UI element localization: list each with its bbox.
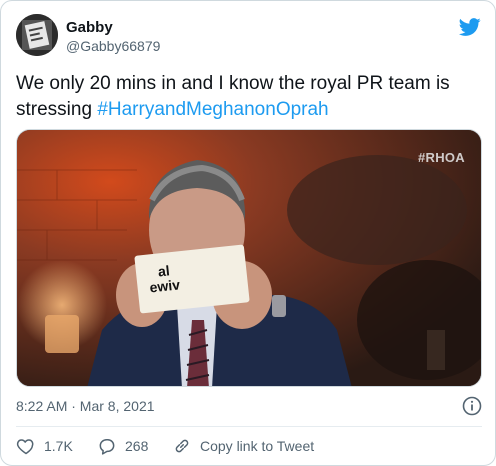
- reply-button[interactable]: 268: [97, 435, 148, 457]
- svg-text:ewiv: ewiv: [149, 276, 181, 295]
- heart-icon: [16, 439, 34, 455]
- copy-link-button[interactable]: Copy link to Tweet: [172, 435, 314, 457]
- tweet-header: Gabby @Gabby66879: [16, 14, 482, 58]
- author-handle[interactable]: @Gabby66879: [66, 38, 160, 54]
- tweet-actions: 1.7K 268 Copy link to Tweet: [16, 435, 482, 457]
- reply-bubble-icon: [99, 439, 115, 455]
- info-icon[interactable]: [462, 396, 482, 416]
- reply-count: 268: [125, 438, 149, 454]
- tweet-timestamp[interactable]: 8:22 AM · Mar 8, 2021: [16, 398, 155, 414]
- twitter-bird-icon[interactable]: [458, 16, 482, 38]
- hashtag-link[interactable]: #HarryandMeghanonOprah: [97, 99, 328, 120]
- copy-link-label: Copy link to Tweet: [200, 438, 315, 454]
- media-illustration: al ewiv: [17, 130, 481, 386]
- tweet-card[interactable]: Gabby @Gabby66879 We only 20 mins in and…: [0, 0, 496, 466]
- tweet-meta: 8:22 AM · Mar 8, 2021: [16, 396, 482, 416]
- link-icon: [175, 439, 189, 453]
- like-button[interactable]: 1.7K: [16, 435, 73, 457]
- tweet-text: We only 20 mins in and I know the royal …: [16, 71, 486, 123]
- tweet-image[interactable]: al ewiv #RHOA: [16, 129, 482, 387]
- divider: [16, 426, 482, 427]
- like-count: 1.7K: [44, 438, 73, 454]
- avatar[interactable]: [16, 14, 58, 56]
- media-watermark: #RHOA: [417, 150, 465, 165]
- author-name[interactable]: Gabby: [66, 19, 113, 36]
